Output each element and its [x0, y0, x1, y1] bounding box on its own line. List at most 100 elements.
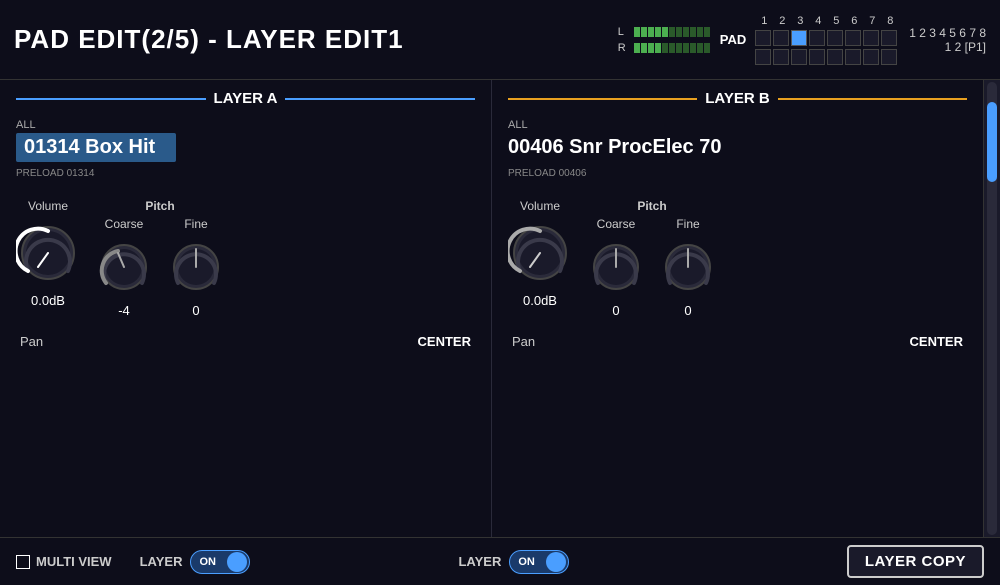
layer-b-panel: LAYER B ALL 00406 Snr ProcElec 70 PRELOA… — [492, 80, 984, 537]
layer-b-coarse-group: Coarse 0 — [588, 217, 644, 318]
layer-b-fine-label: Fine — [676, 217, 699, 231]
seg — [697, 43, 703, 53]
main-container: PAD EDIT(2/5) - LAYER EDIT1 L — [0, 0, 1000, 585]
layer-b-sample-name[interactable]: 00406 Snr ProcElec 70 — [508, 133, 721, 162]
pad-cell[interactable] — [863, 30, 879, 46]
level-bar-R — [634, 43, 710, 53]
pad-cell[interactable] — [755, 30, 771, 46]
layer-copy-button[interactable]: LAYER COPY — [847, 545, 984, 578]
layer-b-volume-label: Volume — [520, 199, 560, 213]
layer-b-pitch-label: Pitch — [637, 199, 666, 213]
pad-num-4: 4 — [809, 15, 827, 27]
level-row-L: L — [618, 26, 710, 38]
layer-b-fine-knob[interactable] — [660, 239, 716, 295]
pad-cell[interactable] — [791, 49, 807, 65]
seg — [669, 43, 675, 53]
pad-cell-active[interactable] — [791, 30, 807, 46]
layer-b-volume-group: Volume 0.0dB — [508, 199, 572, 308]
layer-a-sample-section: ALL 01314 Box Hit PRELOAD 01314 — [16, 119, 475, 179]
multi-view-checkbox[interactable] — [16, 555, 30, 569]
pad-num-7: 7 — [863, 15, 881, 27]
layer-b-volume-knob[interactable] — [508, 221, 572, 285]
pad-cell[interactable] — [827, 49, 843, 65]
layer-b-fine-value: 0 — [684, 303, 691, 318]
layer-a-fine-value: 0 — [192, 303, 199, 318]
seg — [676, 27, 682, 37]
seg — [634, 43, 640, 53]
layer-a-toggle-section: LAYER ON — [140, 550, 251, 574]
layer-a-volume-group: Volume 0.0dB — [16, 199, 80, 308]
layer-a-line-left — [16, 98, 206, 100]
layer-b-pitch-knobs: Coarse 0 Fine — [588, 217, 716, 318]
pad-row-top — [755, 30, 899, 46]
layer-a-pitch-knobs: Coarse -4 — [96, 217, 224, 318]
pad-num-8: 8 — [881, 15, 899, 27]
layer-b-toggle[interactable]: ON — [509, 550, 569, 574]
pad-cell[interactable] — [809, 30, 825, 46]
layer-a-header: LAYER A — [16, 90, 475, 107]
footer-left: MULTI VIEW LAYER ON LAYER ON — [16, 550, 827, 574]
layer-b-toggle-circle — [546, 552, 566, 572]
pad-cell[interactable] — [809, 49, 825, 65]
seg — [697, 27, 703, 37]
layer-a-pan-value: CENTER — [418, 334, 471, 349]
pad-cell[interactable] — [773, 30, 789, 46]
pad-cell[interactable] — [845, 49, 861, 65]
pad-cell[interactable] — [881, 30, 897, 46]
layer-a-line-right — [285, 98, 475, 100]
pad-cell[interactable] — [755, 49, 771, 65]
scrollbar — [984, 80, 1000, 537]
layer-a-panel: LAYER A ALL 01314 Box Hit PRELOAD 01314 … — [0, 80, 492, 537]
layer-b-pitch-group: Pitch Coarse 0 — [588, 199, 716, 318]
seg — [669, 27, 675, 37]
scrollbar-track[interactable] — [987, 82, 997, 535]
pad-cell[interactable] — [827, 30, 843, 46]
layer-a-coarse-knob[interactable] — [96, 239, 152, 295]
pad-cell[interactable] — [881, 49, 897, 65]
layer-b-fine-group: Fine 0 — [660, 217, 716, 318]
layer-a-preload: PRELOAD 01314 — [16, 168, 475, 179]
layer-a-fine-knob[interactable] — [168, 239, 224, 295]
layer-b-pan-value: CENTER — [910, 334, 963, 349]
seg — [704, 27, 710, 37]
seg — [641, 27, 647, 37]
pad-row-bottom — [755, 49, 899, 65]
layer-a-fine-group: Fine 0 — [168, 217, 224, 318]
header: PAD EDIT(2/5) - LAYER EDIT1 L — [0, 0, 1000, 80]
level-bar-L — [634, 27, 710, 37]
layer-b-coarse-value: 0 — [612, 303, 619, 318]
pad-bank-line1: 1 2 3 4 5 6 7 8 — [909, 26, 986, 40]
seg — [690, 27, 696, 37]
layer-b-sample-section: ALL 00406 Snr ProcElec 70 PRELOAD 00406 — [508, 119, 967, 179]
layer-b-pan-section: Pan CENTER — [508, 334, 967, 349]
layer-b-toggle-text: ON — [518, 556, 535, 568]
pad-label: PAD — [720, 32, 746, 47]
layer-b-volume-value: 0.0dB — [523, 293, 557, 308]
seg — [648, 27, 654, 37]
footer: MULTI VIEW LAYER ON LAYER ON LAYER COP — [0, 537, 1000, 585]
layer-b-header: LAYER B — [508, 90, 967, 107]
level-L-label: L — [618, 26, 630, 38]
pad-cell[interactable] — [863, 49, 879, 65]
pad-section: PAD 1 2 3 4 5 6 7 8 — [720, 15, 986, 65]
layer-a-fine-label: Fine — [184, 217, 207, 231]
scrollbar-thumb[interactable] — [987, 102, 997, 182]
layer-a-toggle-label: LAYER — [140, 554, 183, 569]
layer-a-coarse-group: Coarse -4 — [96, 217, 152, 318]
pad-cell[interactable] — [773, 49, 789, 65]
layer-a-toggle[interactable]: ON — [190, 550, 250, 574]
layer-a-sample-name[interactable]: 01314 Box Hit — [16, 133, 176, 162]
layer-b-coarse-knob[interactable] — [588, 239, 644, 295]
layer-b-knobs: Volume 0.0dB Pitch — [508, 199, 967, 318]
layer-a-toggle-text: ON — [199, 556, 216, 568]
pad-bank-line2: 1 2 [P1] — [909, 40, 986, 54]
layer-a-volume-knob[interactable] — [16, 221, 80, 285]
layer-a-toggle-circle — [227, 552, 247, 572]
seg — [683, 27, 689, 37]
level-R-label: R — [618, 42, 630, 54]
pad-cell[interactable] — [845, 30, 861, 46]
layer-b-all-label: ALL — [508, 119, 967, 131]
seg — [662, 43, 668, 53]
pad-num-3: 3 — [791, 15, 809, 27]
page-title: PAD EDIT(2/5) - LAYER EDIT1 — [14, 24, 404, 55]
